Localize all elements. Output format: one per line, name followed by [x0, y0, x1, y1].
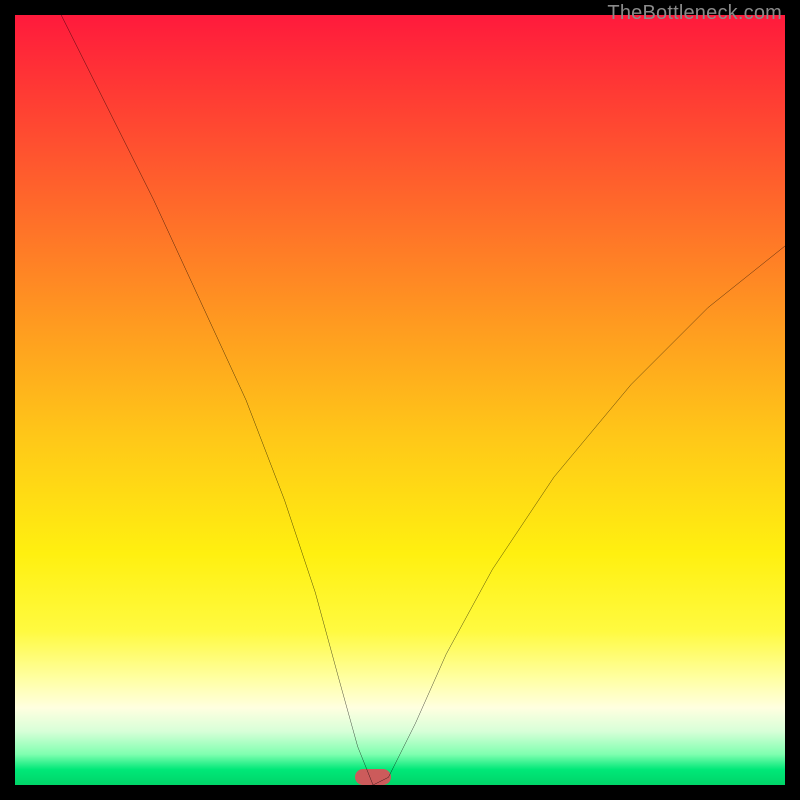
curve-path — [61, 15, 785, 785]
chart-frame: TheBottleneck.com — [0, 0, 800, 800]
bottleneck-curve — [15, 15, 785, 785]
plot-area — [15, 15, 785, 785]
